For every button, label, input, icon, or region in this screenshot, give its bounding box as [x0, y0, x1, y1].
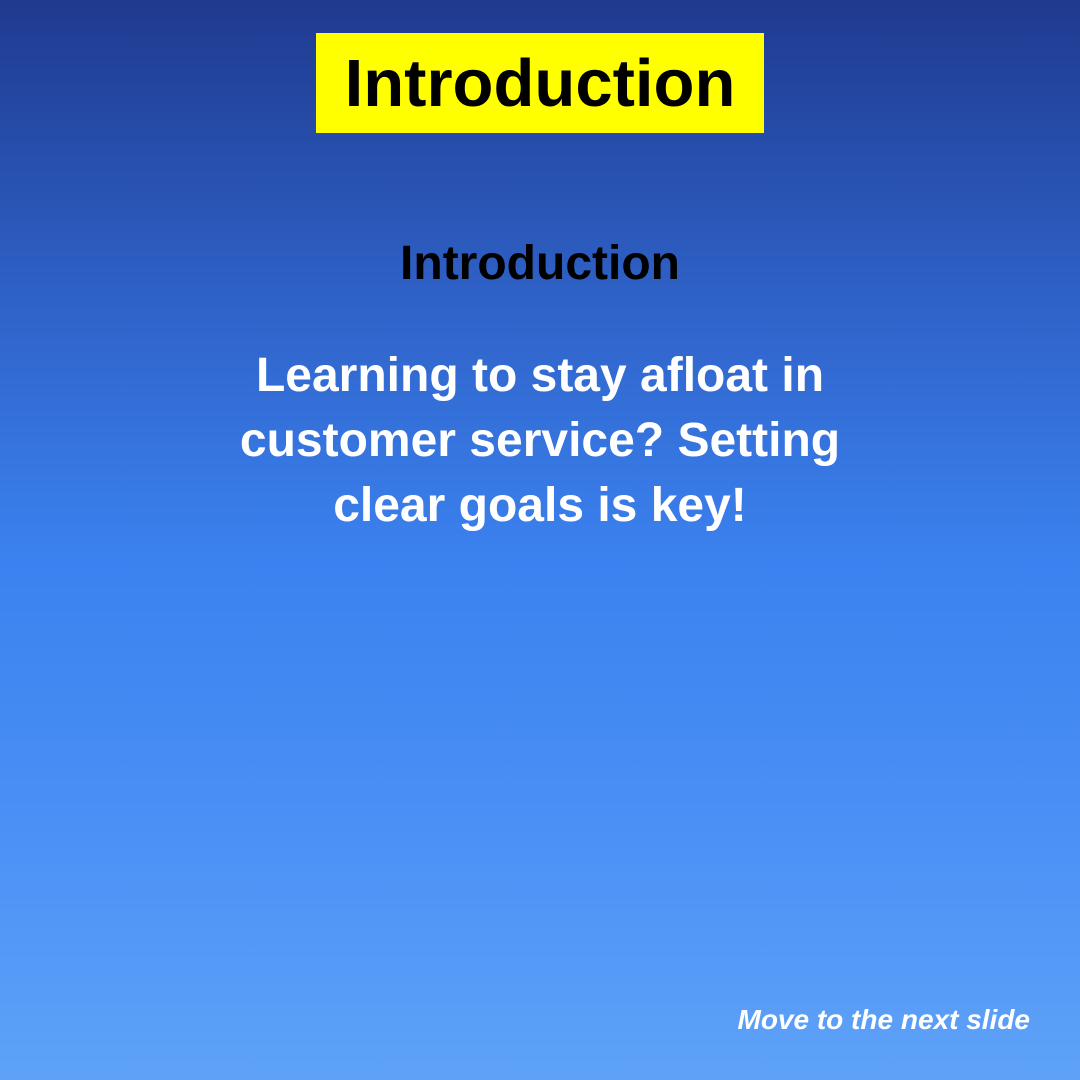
next-slide-link[interactable]: Move to the next slide	[738, 1003, 1031, 1037]
slide-title: Introduction	[344, 45, 736, 121]
title-banner: Introduction	[316, 33, 764, 133]
section-heading: Introduction	[400, 237, 680, 290]
slide-body-text: Learning to stay afloat in customer serv…	[239, 349, 841, 532]
slide: Introduction Introduction Learning to st…	[0, 0, 1080, 1080]
